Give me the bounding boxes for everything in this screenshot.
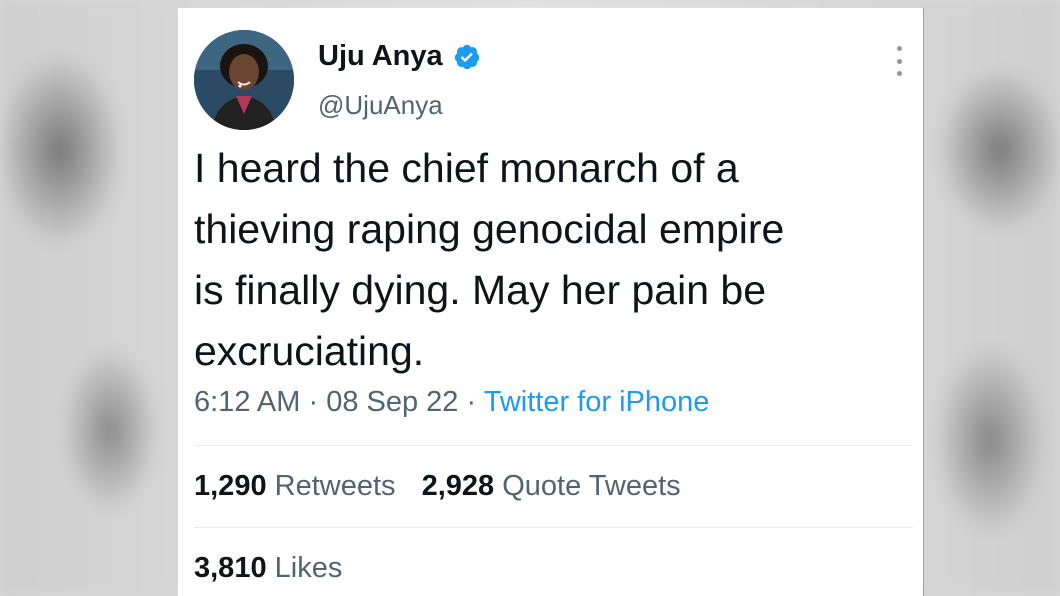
verified-badge-icon — [454, 44, 479, 69]
author-name-row[interactable]: Uju Anya — [318, 40, 481, 73]
likes-count: 3,810 — [194, 552, 267, 584]
divider — [194, 527, 913, 528]
stats-row-likes: 3,810 Likes — [194, 552, 360, 585]
tweet-source-link[interactable]: Twitter for iPhone — [484, 386, 710, 418]
more-dot — [896, 46, 902, 51]
tweet-time[interactable]: 6:12 AM — [194, 386, 300, 418]
likes-stat[interactable]: 3,810 Likes — [194, 552, 342, 584]
tweet-text-line: excruciating. — [194, 328, 425, 374]
tweet-meta: 6:12 AM · 08 Sep 22 · Twitter for iPhone — [194, 386, 709, 419]
tweet-text-line: I heard the chief monarch of a — [194, 145, 739, 191]
screenshot-frame: Uju Anya @UjuAnya I heard the chief mona… — [0, 0, 1060, 596]
quote-tweets-stat[interactable]: 2,928 Quote Tweets — [422, 470, 681, 502]
more-options-icon[interactable] — [895, 46, 903, 76]
retweets-label: Retweets — [274, 470, 396, 502]
author-name[interactable]: Uju Anya — [318, 40, 443, 73]
tweet-text-line: thieving raping genocidal empire — [194, 206, 785, 252]
author-handle[interactable]: @UjuAnya — [318, 90, 443, 121]
avatar-portrait-icon — [194, 30, 294, 130]
retweets-count: 1,290 — [194, 470, 267, 502]
more-dot — [896, 71, 902, 76]
tweet-date[interactable]: 08 Sep 22 — [326, 386, 458, 418]
more-dot — [896, 58, 902, 64]
retweets-stat[interactable]: 1,290 Retweets — [194, 470, 404, 502]
meta-separator: · — [308, 386, 319, 418]
tweet-text-line: is finally dying. May her pain be — [194, 267, 767, 313]
tweet-text: I heard the chief monarch of a thieving … — [194, 138, 904, 382]
tweet-card: Uju Anya @UjuAnya I heard the chief mona… — [178, 8, 924, 596]
divider — [194, 445, 913, 446]
quote-tweets-label: Quote Tweets — [502, 470, 681, 502]
avatar[interactable] — [194, 30, 294, 130]
quote-tweets-count: 2,928 — [421, 470, 495, 502]
stats-row-shares: 1,290 Retweets 2,928 Quote Tweets — [194, 470, 699, 503]
meta-separator: · — [466, 386, 477, 418]
likes-label: Likes — [274, 552, 343, 584]
